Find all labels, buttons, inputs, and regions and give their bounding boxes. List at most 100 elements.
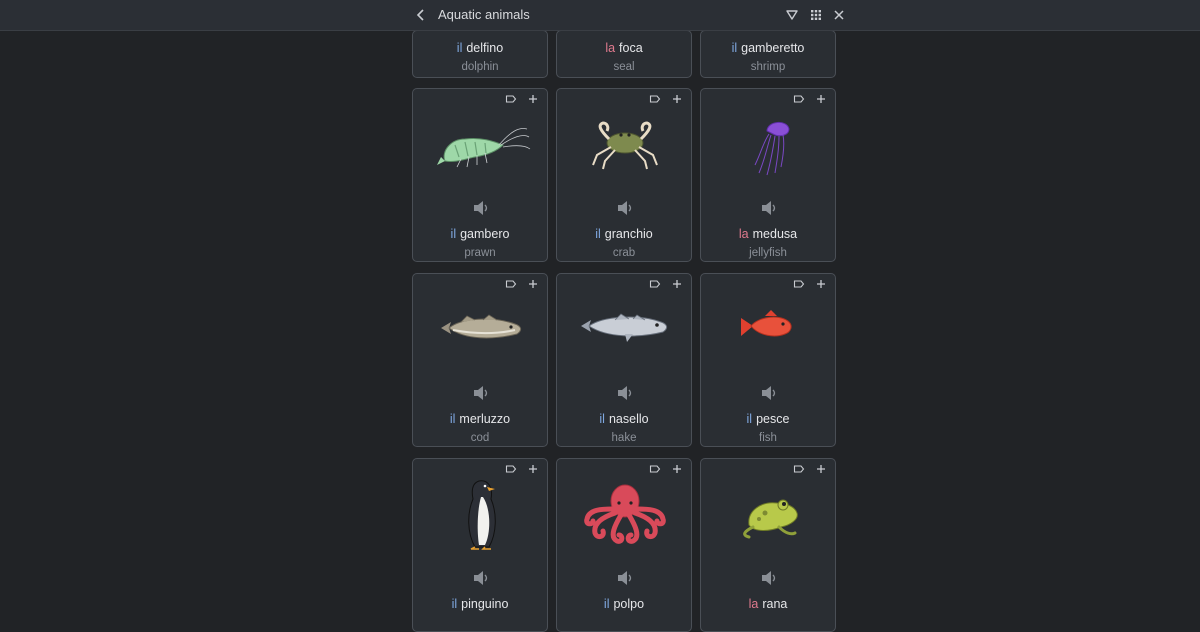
vocab-card-merluzzo[interactable]: il merluzzo cod [412,273,548,447]
prawn-illustration [437,128,531,168]
filter-icon[interactable] [784,7,800,23]
hake-illustration [581,313,668,342]
page-title: Aquatic animals [438,7,530,22]
card-translation: cod [470,432,490,444]
vocab-card-nasello[interactable]: il nasello hake [556,273,692,447]
vocab-card-rana[interactable]: la rana [700,458,836,632]
card-noun: foca [619,41,643,55]
plus-icon[interactable] [815,93,827,105]
card-noun: pesce [756,412,790,426]
plus-icon[interactable] [527,93,539,105]
card-article: la [738,227,749,241]
card-word: il granchio [557,227,691,241]
card-word: il pesce [701,412,835,426]
card-noun: medusa [752,227,798,241]
plus-icon[interactable] [815,463,827,475]
vocab-card-gamberetto[interactable]: il gamberetto shrimp [700,30,836,78]
vocab-card-pinguino[interactable]: il pinguino [412,458,548,632]
card-article: il [456,41,463,55]
tag-icon[interactable] [793,463,805,475]
card-noun: pinguino [461,597,509,611]
vocab-card-foca[interactable]: la foca seal [556,30,692,78]
top-bar: Aquatic animals [0,0,1200,31]
card-noun: granchio [604,227,653,241]
card-translation: crab [612,247,636,259]
card-article: la [748,597,759,611]
tag-icon[interactable] [793,278,805,290]
tag-icon[interactable] [793,93,805,105]
speaker-icon[interactable] [759,384,779,402]
vocab-card-gambero[interactable]: il gambero prawn [412,88,548,262]
close-icon[interactable] [831,7,847,23]
octopus-illustration [584,484,666,544]
vocab-card-medusa[interactable]: la medusa jellyfish [700,88,836,262]
card-word: il pinguino [413,597,547,611]
card-word: il merluzzo [413,412,547,426]
fish-illustration [741,310,792,337]
speaker-icon[interactable] [471,199,491,217]
plus-icon[interactable] [527,463,539,475]
card-article: il [746,412,753,426]
card-word: la rana [701,597,835,611]
plus-icon[interactable] [815,278,827,290]
speaker-icon[interactable] [471,569,491,587]
card-article: il [450,227,457,241]
card-article: il [451,597,458,611]
speaker-icon[interactable] [759,569,779,587]
card-article: il [449,412,456,426]
card-word: il gambero [413,227,547,241]
card-noun: gamberetto [741,41,805,55]
card-article: la [605,41,616,55]
grid-view-icon[interactable] [808,7,824,23]
card-translation: jellyfish [749,247,787,259]
plus-icon[interactable] [671,278,683,290]
vocabulary-grid: il delfino dolphin la foca seal il gamberet… [412,0,838,632]
card-noun: merluzzo [459,412,511,426]
plus-icon[interactable] [527,278,539,290]
frog-illustration [743,499,798,539]
speaker-icon[interactable] [759,199,779,217]
card-translation: seal [613,61,635,73]
card-article: il [599,412,605,426]
card-word: il gamberetto [701,41,835,55]
card-article: il [603,597,610,611]
back-chevron-icon[interactable] [412,6,430,24]
tag-icon[interactable] [649,278,661,290]
tag-icon[interactable] [649,463,661,475]
card-article: il [595,227,601,241]
card-noun: rana [762,597,788,611]
speaker-icon[interactable] [615,199,635,217]
card-noun: delfino [466,41,504,55]
speaker-icon[interactable] [615,569,635,587]
card-word: la medusa [701,227,835,241]
vocab-card-delfino[interactable]: il delfino dolphin [412,30,548,78]
card-noun: polpo [613,597,645,611]
card-word: il nasello [557,412,691,426]
card-translation: hake [611,432,637,444]
tag-icon[interactable] [505,278,517,290]
card-noun: nasello [608,412,649,426]
card-word: il delfino [413,41,547,55]
vocab-card-pesce[interactable]: il pesce fish [700,273,836,447]
card-translation: shrimp [750,61,786,73]
vocab-card-polpo[interactable]: il polpo [556,458,692,632]
vocab-card-granchio[interactable]: il granchio crab [556,88,692,262]
tag-icon[interactable] [649,93,661,105]
crab-illustration [592,121,658,170]
card-translation: prawn [464,247,496,259]
card-word: il polpo [557,597,691,611]
card-article: il [731,41,738,55]
plus-icon[interactable] [671,93,683,105]
card-noun: gambero [460,227,510,241]
cod-illustration [441,314,522,339]
tag-icon[interactable] [505,93,517,105]
card-translation: fish [759,432,777,444]
penguin-illustration [468,480,496,550]
tag-icon[interactable] [505,463,517,475]
card-translation: dolphin [461,61,499,73]
speaker-icon[interactable] [615,384,635,402]
speaker-icon[interactable] [471,384,491,402]
plus-icon[interactable] [671,463,683,475]
card-word: la foca [557,41,691,55]
jellyfish-illustration [754,122,790,176]
